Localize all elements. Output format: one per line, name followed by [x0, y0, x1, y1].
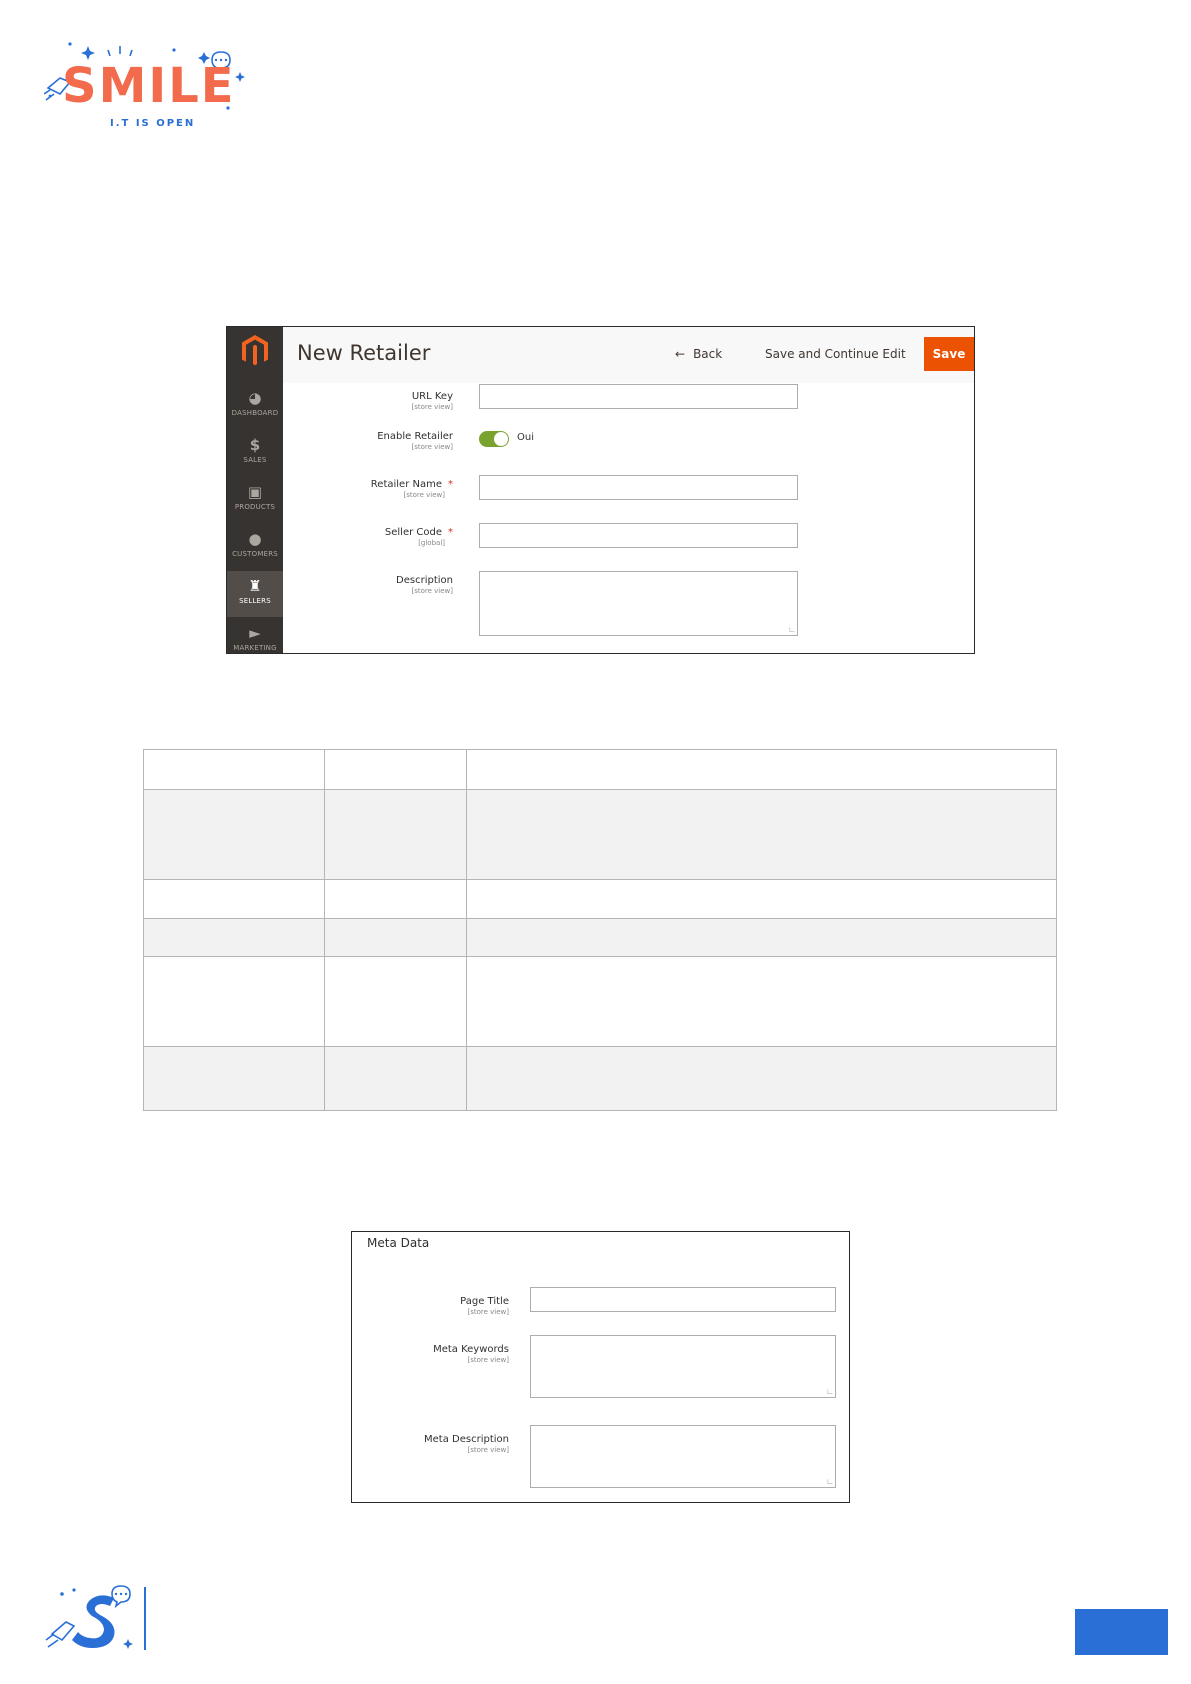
table-row: [143, 879, 1057, 919]
table-cell: [324, 1046, 467, 1111]
table-cell: [324, 918, 467, 957]
meta-keywords-label: Meta Keywords: [433, 1344, 509, 1355]
logo-wordmark: SMILE: [62, 58, 236, 114]
sidebar-item-label: CUSTOMERS: [232, 550, 278, 558]
retailer-name-label-text: Retailer Name: [370, 479, 442, 490]
enable-retailer-label: Enable Retailer: [377, 431, 453, 442]
resize-handle-icon[interactable]: ∟: [788, 626, 796, 634]
back-button-label: Back: [693, 347, 723, 361]
enable-retailer-toggle[interactable]: [479, 431, 509, 447]
footer-divider: [144, 1587, 146, 1650]
table-cell: [324, 789, 467, 880]
toggle-knob: [494, 432, 508, 446]
page-title-label: Page Title: [460, 1296, 509, 1307]
sidebar-item-label: MARKETING: [233, 644, 277, 652]
retailer-name-input[interactable]: [479, 475, 798, 500]
sidebar-item-dashboard[interactable]: ◕ DASHBOARD: [227, 383, 283, 429]
new-retailer-screenshot: ◕ DASHBOARD $ SALES ▣ PRODUCTS ● CUSTOME…: [226, 326, 975, 654]
table-cell: [466, 879, 1057, 919]
sidebar-item-products[interactable]: ▣ PRODUCTS: [227, 477, 283, 523]
table-cell: [143, 956, 325, 1047]
table-row: [143, 749, 1057, 790]
page-title: New Retailer: [297, 341, 431, 365]
table-row: [143, 956, 1057, 1047]
logo-tagline: I.T IS OPEN: [110, 118, 196, 129]
table-row: [143, 789, 1057, 880]
admin-sidebar: ◕ DASHBOARD $ SALES ▣ PRODUCTS ● CUSTOME…: [227, 327, 283, 653]
resize-handle-icon[interactable]: ∟: [826, 1478, 834, 1486]
enable-retailer-scope: [store view]: [411, 443, 453, 451]
page-title-input[interactable]: [530, 1287, 836, 1312]
table-cell: [466, 789, 1057, 880]
blank-table: [143, 749, 1057, 1111]
smile-logo: SMILE I.T IS OPEN: [44, 40, 254, 136]
required-asterisk: *: [448, 527, 453, 538]
description-label: Description: [396, 575, 453, 586]
sidebar-item-sellers[interactable]: ♜ SELLERS: [227, 571, 283, 617]
meta-keywords-scope: [store view]: [467, 1356, 509, 1364]
meta-description-textarea[interactable]: ∟: [530, 1425, 836, 1488]
seller-code-label-text: Seller Code: [384, 527, 442, 538]
page-title-scope: [store view]: [467, 1308, 509, 1316]
required-asterisk: *: [448, 479, 453, 490]
table-cell: [143, 789, 325, 880]
url-key-label: URL Key: [411, 391, 453, 402]
table-cell: [143, 879, 325, 919]
meta-description-label: Meta Description: [424, 1434, 509, 1445]
seller-code-label: Seller Code *: [385, 527, 453, 538]
save-and-continue-button[interactable]: Save and Continue Edit: [765, 347, 906, 361]
person-icon: ●: [248, 530, 262, 548]
save-button[interactable]: Save: [924, 337, 974, 371]
page-number-badge: [1075, 1609, 1168, 1655]
sidebar-item-customers[interactable]: ● CUSTOMERS: [227, 524, 283, 570]
table-cell: [324, 749, 467, 790]
page-header: New Retailer ← Back Save and Continue Edi…: [283, 327, 974, 383]
url-key-input[interactable]: [479, 384, 798, 409]
enable-retailer-state: Oui: [517, 432, 534, 443]
meta-description-scope: [store view]: [467, 1446, 509, 1454]
box-icon: ▣: [247, 483, 263, 501]
magento-logo-icon: [242, 335, 268, 366]
resize-handle-icon[interactable]: ∟: [826, 1388, 834, 1396]
footer-smile-s-logo-icon: [45, 1585, 133, 1649]
meta-keywords-textarea[interactable]: ∟: [530, 1335, 836, 1398]
table-cell: [466, 1046, 1057, 1111]
meta-data-title: Meta Data: [367, 1236, 430, 1250]
url-key-scope: [store view]: [411, 403, 453, 411]
sidebar-item-sales[interactable]: $ SALES: [227, 430, 283, 476]
table-cell: [466, 749, 1057, 790]
arrow-left-icon: ←: [675, 347, 686, 361]
description-scope: [store view]: [411, 587, 453, 595]
table-cell: [143, 1046, 325, 1111]
table-cell: [466, 918, 1057, 957]
sidebar-item-label: DASHBOARD: [231, 409, 279, 417]
table-cell: [466, 956, 1057, 1047]
table-cell: [324, 956, 467, 1047]
table-cell: [143, 918, 325, 957]
gauge-icon: ◕: [248, 389, 262, 407]
store-icon: ♜: [248, 577, 262, 595]
retailer-name-label: Retailer Name *: [371, 479, 453, 490]
table-row: [143, 1046, 1057, 1111]
retailer-name-scope: [store view]: [403, 491, 445, 499]
dollar-icon: $: [249, 436, 261, 454]
table-cell: [324, 879, 467, 919]
meta-data-screenshot: Meta Data Page Title [store view] Meta K…: [351, 1231, 850, 1503]
back-button[interactable]: ← Back: [675, 347, 722, 361]
seller-code-input[interactable]: [479, 523, 798, 548]
sidebar-item-label: SALES: [243, 456, 267, 464]
table-row: [143, 918, 1057, 957]
sidebar-item-marketing[interactable]: ► MARKETING: [227, 618, 283, 653]
description-textarea[interactable]: ∟: [479, 571, 798, 636]
sidebar-item-label: SELLERS: [239, 597, 271, 605]
seller-code-scope: [global]: [418, 539, 445, 547]
table-cell: [143, 749, 325, 790]
sidebar-item-label: PRODUCTS: [234, 503, 276, 511]
megaphone-icon: ►: [249, 624, 261, 642]
